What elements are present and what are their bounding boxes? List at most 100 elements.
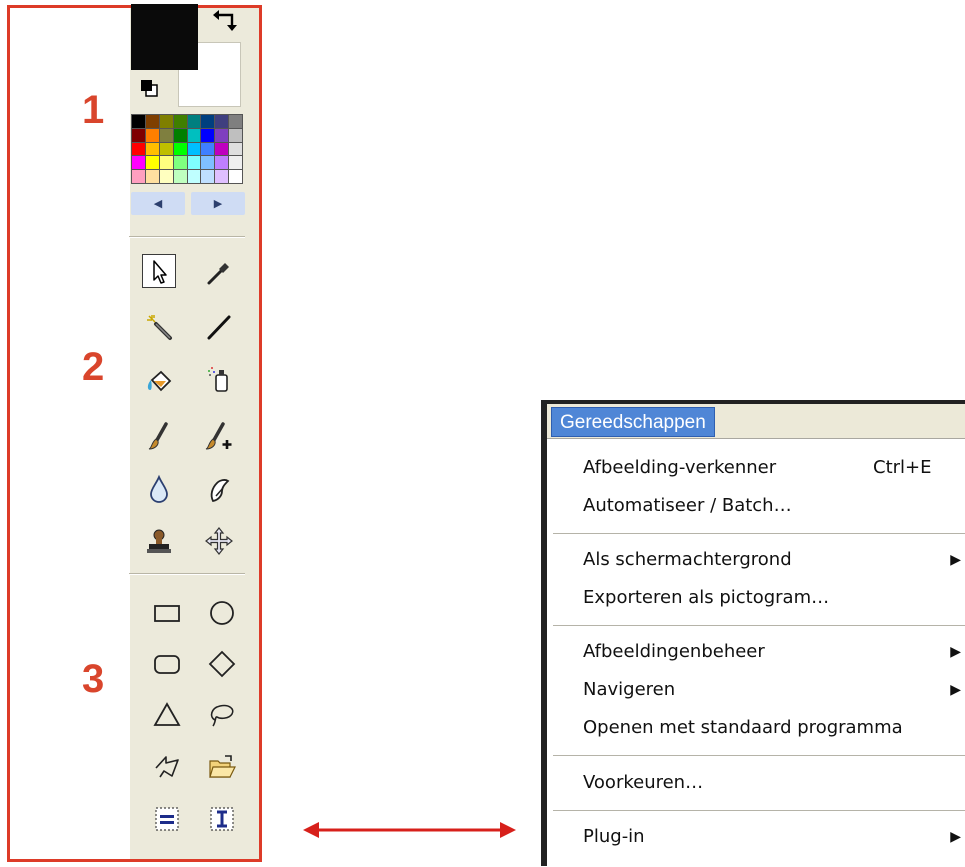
palette-swatch[interactable]: [145, 115, 159, 128]
menu-item-image-browser[interactable]: Afbeelding-verkenner Ctrl+E: [583, 451, 965, 485]
menu-bar: Gereedschappen: [547, 404, 965, 438]
submenu-arrow-icon: ▶: [950, 644, 961, 660]
menu-separator: [553, 810, 965, 812]
palette-swatch[interactable]: [201, 142, 215, 156]
palette-swatch[interactable]: [132, 170, 145, 183]
palette-swatch[interactable]: [215, 142, 229, 156]
menu-item-set-wallpaper[interactable]: Als schermachtergrond ▶: [583, 543, 965, 577]
palette-swatch[interactable]: [173, 170, 187, 183]
move-tool-button[interactable]: [202, 524, 236, 558]
toolbox-divider: [129, 236, 245, 238]
menu-item-label: Als schermachtergrond: [583, 549, 792, 570]
marker-1: 1: [82, 88, 105, 132]
menu-item-open-with-default[interactable]: Openen met standaard programma: [583, 711, 965, 745]
open-folder-tool-button[interactable]: [205, 750, 239, 784]
menu-tools[interactable]: Gereedschappen: [551, 407, 715, 437]
rounded-rect-tool-button[interactable]: [150, 647, 184, 681]
menu-window: Gereedschappen Afbeelding-verkenner Ctrl…: [541, 400, 965, 867]
lasso-tool-button[interactable]: [205, 698, 239, 732]
palette-swatch[interactable]: [132, 115, 145, 128]
stamp-tool-button[interactable]: [142, 524, 176, 558]
palette-swatch[interactable]: [132, 142, 145, 156]
palette-swatch[interactable]: [201, 115, 215, 128]
menu-item-export-icon[interactable]: Exporteren als pictogram…: [583, 581, 965, 615]
line-icon: [207, 315, 231, 340]
brush-plus-tool-button[interactable]: [202, 419, 236, 453]
palette-swatch[interactable]: [145, 170, 159, 183]
magic-wand-icon: [147, 315, 172, 340]
palette-swatch[interactable]: [132, 128, 145, 142]
swap-colors-icon[interactable]: [212, 6, 238, 32]
palette-swatch[interactable]: [173, 115, 187, 128]
palette-swatch[interactable]: [159, 128, 173, 142]
palette-swatch[interactable]: [229, 170, 242, 183]
palette-swatch[interactable]: [229, 156, 242, 170]
palette-swatch[interactable]: [187, 156, 201, 170]
palette-swatch[interactable]: [187, 142, 201, 156]
polygon-lasso-icon: [155, 756, 179, 778]
vertical-text-tool-button[interactable]: [205, 802, 239, 836]
palette-swatch[interactable]: [159, 115, 173, 128]
spray-can-icon: [208, 367, 228, 392]
diamond-tool-button[interactable]: [205, 647, 239, 681]
palette-swatch[interactable]: [159, 142, 173, 156]
spray-can-tool-button[interactable]: [202, 362, 236, 396]
palette-swatch[interactable]: [215, 170, 229, 183]
color-palette[interactable]: [131, 114, 243, 184]
menu-item-image-management[interactable]: Afbeeldingenbeheer ▶: [583, 635, 965, 669]
palette-swatch[interactable]: [159, 156, 173, 170]
palette-swatch[interactable]: [201, 156, 215, 170]
horizontal-text-icon: [155, 807, 179, 831]
menu-item-label: Afbeeldingenbeheer: [583, 641, 765, 662]
menu-item-plug-in[interactable]: Plug-in ▶: [583, 820, 965, 854]
horizontal-text-tool-button[interactable]: [150, 802, 184, 836]
palette-swatch[interactable]: [132, 156, 145, 170]
magic-wand-tool-button[interactable]: [142, 310, 176, 344]
submenu-arrow-icon: ▶: [950, 682, 961, 698]
palette-swatch[interactable]: [187, 170, 201, 183]
palette-swatch[interactable]: [145, 142, 159, 156]
palette-swatch[interactable]: [159, 170, 173, 183]
rectangle-tool-button[interactable]: [150, 596, 184, 630]
palette-swatch[interactable]: [187, 115, 201, 128]
menu-item-navigate[interactable]: Navigeren ▶: [583, 673, 965, 707]
menu-item-label: Voorkeuren…: [583, 772, 704, 793]
palette-swatch[interactable]: [215, 115, 229, 128]
palette-swatch[interactable]: [187, 128, 201, 142]
line-tool-button[interactable]: [202, 310, 236, 344]
smudge-tool-button[interactable]: [202, 472, 236, 506]
fill-bucket-tool-button[interactable]: [142, 364, 176, 398]
palette-prev-button[interactable]: ◀: [131, 192, 185, 215]
palette-swatch[interactable]: [215, 156, 229, 170]
polygon-lasso-tool-button[interactable]: [150, 750, 184, 784]
menu-item-automate-batch[interactable]: Automatiseer / Batch…: [583, 489, 965, 523]
menu-item-label: Navigeren: [583, 679, 676, 700]
palette-swatch[interactable]: [229, 128, 242, 142]
select-tool-button[interactable]: [142, 254, 176, 288]
eyedropper-tool-button[interactable]: [202, 256, 236, 290]
select-icon: [153, 260, 167, 284]
submenu-arrow-icon: ▶: [950, 552, 961, 568]
ellipse-tool-button[interactable]: [205, 596, 239, 630]
foreground-color-swatch[interactable]: [131, 4, 198, 70]
palette-next-button[interactable]: ▶: [191, 192, 245, 215]
palette-swatch[interactable]: [201, 170, 215, 183]
marker-3: 3: [82, 657, 105, 701]
lasso-icon: [210, 704, 234, 727]
reset-colors-icon[interactable]: [140, 79, 158, 97]
palette-swatch[interactable]: [145, 156, 159, 170]
drop-tool-button[interactable]: [142, 472, 176, 506]
palette-swatch[interactable]: [145, 128, 159, 142]
menu-item-preferences[interactable]: Voorkeuren…: [583, 766, 965, 800]
brush-tool-button[interactable]: [142, 419, 176, 453]
palette-swatch[interactable]: [201, 128, 215, 142]
palette-swatch[interactable]: [215, 128, 229, 142]
palette-swatch[interactable]: [173, 128, 187, 142]
triangle-tool-button[interactable]: [150, 698, 184, 732]
palette-swatch[interactable]: [229, 142, 242, 156]
palette-swatch[interactable]: [173, 156, 187, 170]
palette-swatch[interactable]: [173, 142, 187, 156]
palette-swatch[interactable]: [229, 115, 242, 128]
drop-icon: [150, 474, 168, 503]
ellipse-icon: [210, 601, 234, 625]
